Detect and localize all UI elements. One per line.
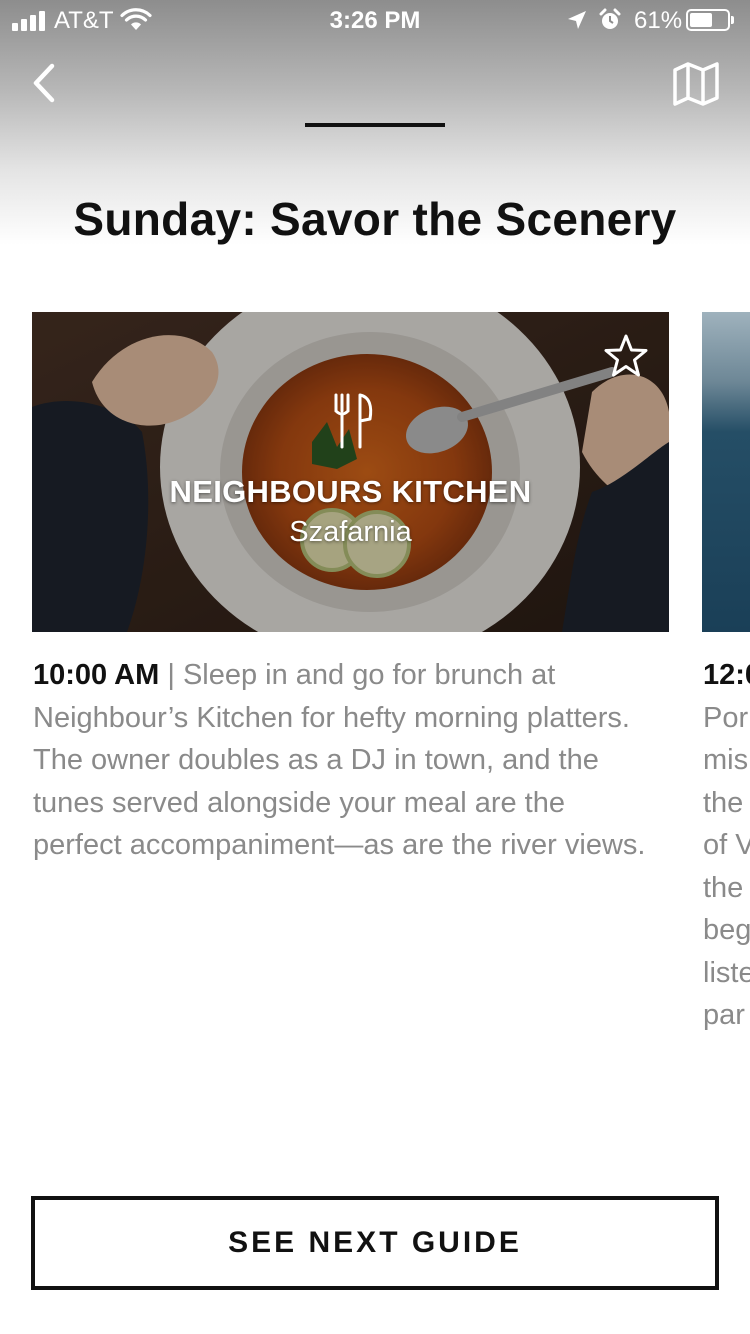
- alarm-icon: [598, 8, 622, 37]
- next-card-line: par: [703, 999, 745, 1031]
- itinerary-description: 10:00 AM | Sleep in and go for brunch at…: [33, 654, 653, 867]
- next-card-description: 12:0 Por mis the of V the beg liste par: [703, 654, 750, 1037]
- page-title: Sunday: Savor the Scenery: [73, 193, 677, 245]
- back-button[interactable]: [22, 60, 68, 106]
- time-separator: |: [167, 659, 175, 691]
- venue-card-image[interactable]: [32, 312, 669, 632]
- food-photo: [32, 312, 669, 632]
- next-card-image[interactable]: [702, 312, 750, 632]
- star-outline-icon[interactable]: [603, 333, 649, 379]
- next-card-time: 12:0: [703, 659, 750, 691]
- drag-handle[interactable]: [305, 123, 445, 127]
- see-next-guide-button[interactable]: SEE NEXT GUIDE: [31, 1196, 719, 1290]
- map-button[interactable]: [670, 58, 722, 110]
- chevron-left-icon: [33, 63, 55, 103]
- battery-icon: [686, 9, 730, 31]
- venue-name: NEIGHBOURS KITCHEN: [169, 474, 532, 509]
- next-card-line: Por: [703, 701, 749, 734]
- next-card-line: mis: [703, 744, 749, 776]
- fork-knife-icon: [330, 393, 374, 449]
- next-card-line: liste: [703, 956, 750, 989]
- next-card-line: the: [703, 786, 744, 819]
- next-card-line: of V: [703, 829, 750, 861]
- battery-percent: 61%: [634, 7, 683, 34]
- map-icon: [673, 62, 719, 106]
- itinerary-time: 10:00 AM: [33, 659, 160, 691]
- next-card-line: beg: [703, 914, 750, 946]
- battery-tip: [731, 16, 734, 24]
- status-bar: AT&T 3:26 PM 61%: [0, 0, 750, 40]
- location-arrow-icon: [566, 9, 588, 36]
- venue-area: Szafarnia: [289, 516, 412, 548]
- next-card-line: the: [703, 871, 744, 904]
